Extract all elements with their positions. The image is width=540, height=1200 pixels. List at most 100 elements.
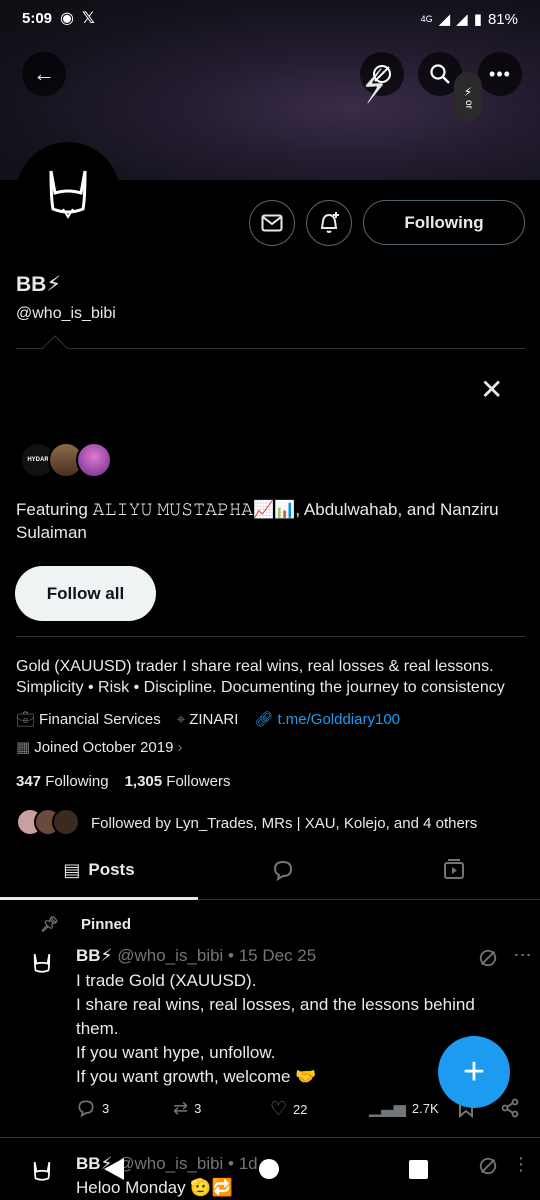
compose-button[interactable]: + bbox=[438, 1036, 510, 1108]
signal-icon: ◢ bbox=[438, 11, 451, 28]
post-line: I share real wins, real losses, and the … bbox=[76, 995, 475, 1038]
like-count: 22 bbox=[293, 1102, 308, 1117]
floating-widget[interactable]: ⚡ or bbox=[454, 72, 482, 122]
following-count-label: Following bbox=[45, 773, 109, 790]
heart-icon: ♡ bbox=[270, 1099, 288, 1120]
views-icon: ▁▃▅ bbox=[369, 1100, 406, 1117]
notifications-button[interactable] bbox=[306, 200, 352, 246]
divider bbox=[0, 1137, 540, 1138]
plus-icon: + bbox=[462, 1050, 486, 1093]
message-button[interactable] bbox=[249, 200, 295, 246]
arrow-left-icon: ← bbox=[33, 61, 55, 86]
battery-level: 81% bbox=[487, 10, 518, 28]
hydar-logo-text: HYDAR bbox=[27, 457, 49, 463]
more-icon: ••• bbox=[489, 63, 511, 84]
share-icon bbox=[501, 1098, 519, 1118]
post-meta: @who_is_bibi • 15 Dec 25 bbox=[117, 946, 317, 965]
featuring-text: Featuring 𝙰𝙻𝙸𝚈𝚄 𝙼𝚄𝚂𝚃𝙰𝙿𝙷𝙰📈📊, Abdulwahab, … bbox=[16, 500, 499, 542]
followers-count-link[interactable]: 1,305 Followers bbox=[125, 773, 231, 790]
post-author[interactable]: BB⚡ bbox=[76, 946, 113, 965]
post-avatar[interactable] bbox=[22, 944, 62, 984]
profile-name: BB⚡ bbox=[16, 273, 62, 296]
briefcase-icon: 💼︎ bbox=[16, 711, 36, 728]
repost-count: 3 bbox=[194, 1101, 202, 1116]
grok-icon bbox=[479, 949, 497, 967]
widget-icon: or bbox=[462, 99, 474, 109]
views-count: 2.7K bbox=[411, 1100, 439, 1116]
status-right: 4G ◢ ◢ ▮ 81% bbox=[420, 10, 518, 29]
followed-by-avatars[interactable] bbox=[16, 808, 86, 838]
location-item: ⌖ ZINARI bbox=[177, 711, 239, 728]
follower-avatar-3 bbox=[52, 808, 80, 836]
profile-link[interactable]: t.me/Golddiary100 bbox=[277, 711, 400, 728]
joined-label: Joined October 2019 bbox=[34, 738, 174, 756]
reply-bubble-icon bbox=[273, 860, 293, 881]
featured-avatar-3 bbox=[76, 442, 112, 478]
post-body[interactable]: Heloo Monday 🫡🔁 bbox=[76, 1178, 233, 1198]
tab-posts[interactable]: ▤ Posts bbox=[0, 840, 198, 900]
post-grok-icon[interactable] bbox=[478, 1156, 498, 1181]
profile-handle: @who_is_bibi bbox=[16, 305, 116, 322]
calendar-icon: ▦ bbox=[16, 739, 31, 756]
link-icon: 🔗︎ bbox=[254, 711, 274, 728]
posts-icon: ▤ bbox=[63, 859, 81, 880]
follow-all-button[interactable]: Follow all bbox=[15, 566, 156, 621]
post-line: I trade Gold (XAUUSD). bbox=[76, 971, 257, 990]
divider bbox=[16, 636, 525, 637]
tab-media[interactable] bbox=[368, 840, 540, 900]
batman-mask-icon bbox=[33, 953, 51, 973]
x-logo-icon: 𝕏 bbox=[81, 10, 95, 27]
post-avatar[interactable] bbox=[22, 1152, 62, 1192]
profile-meta: 💼︎ Financial Services ⌖ ZINARI 🔗︎ t.me/G… bbox=[16, 710, 400, 729]
reply-icon bbox=[78, 1100, 94, 1118]
category-label: Financial Services bbox=[39, 710, 161, 728]
following-button[interactable]: Following bbox=[363, 200, 525, 245]
followers-count-label: Followers bbox=[166, 773, 231, 790]
status-bar: 5:09 ◉ 𝕏 4G ◢ ◢ ▮ 81% bbox=[0, 0, 540, 40]
share-action[interactable] bbox=[500, 1098, 520, 1118]
more-button[interactable]: ••• bbox=[478, 52, 522, 96]
lightning-icon: ⚡ bbox=[463, 84, 473, 99]
repost-action[interactable]: ⇄ 3 bbox=[173, 1098, 201, 1119]
popover-notch bbox=[42, 335, 68, 361]
tab-posts-label: Posts bbox=[88, 860, 135, 879]
back-button[interactable]: ← bbox=[22, 52, 66, 96]
reply-action[interactable]: 3 bbox=[76, 1098, 109, 1118]
mail-icon bbox=[261, 214, 283, 232]
close-icon[interactable]: ✕ bbox=[480, 376, 503, 404]
profile-tabs: ▤ Posts bbox=[0, 840, 540, 900]
batman-mask-icon bbox=[49, 170, 87, 219]
like-action[interactable]: ♡ 22 bbox=[270, 1098, 308, 1121]
nav-home-icon[interactable] bbox=[259, 1159, 279, 1179]
profile-bio: Gold (XAUUSD) trader I share real wins, … bbox=[16, 658, 505, 696]
tab-replies[interactable] bbox=[198, 840, 368, 900]
discord-icon: ◉ bbox=[60, 10, 74, 27]
featured-avatars: HYDAR bbox=[20, 442, 120, 482]
repost-icon: ⇄ bbox=[173, 1098, 189, 1118]
network-icon: 4G bbox=[420, 14, 433, 24]
pinned-indicator: 📌︎ Pinned bbox=[40, 915, 132, 934]
signal-icon-2: ◢ bbox=[456, 11, 468, 28]
follow-counts: 347 Following 1,305 Followers bbox=[16, 773, 230, 790]
divider bbox=[16, 348, 525, 349]
search-icon bbox=[430, 64, 450, 84]
profile-avatar[interactable] bbox=[16, 142, 120, 246]
tab-indicator bbox=[0, 897, 198, 900]
followers-count: 1,305 bbox=[124, 773, 163, 790]
joined-item[interactable]: ▦ Joined October 2019 › bbox=[16, 738, 183, 757]
batman-mask-icon bbox=[33, 1161, 51, 1181]
followed-by-text[interactable]: Followed by Lyn_Trades, MRs | XAU, Kolej… bbox=[91, 815, 477, 832]
post-more-icon[interactable]: ⋮ bbox=[512, 1154, 531, 1175]
link-item[interactable]: 🔗︎ t.me/Golddiary100 bbox=[254, 710, 400, 729]
following-count: 347 bbox=[16, 773, 42, 790]
pinned-label: Pinned bbox=[81, 915, 132, 933]
following-count-link[interactable]: 347 Following bbox=[16, 773, 109, 790]
reply-count: 3 bbox=[102, 1100, 110, 1116]
status-app-icons: ◉ 𝕏 bbox=[60, 8, 95, 28]
nav-back-icon[interactable] bbox=[104, 1158, 124, 1180]
chevron-right-icon: › bbox=[177, 738, 183, 756]
nav-recents-icon[interactable] bbox=[409, 1160, 428, 1179]
post-more-icon[interactable]: ⋮ bbox=[512, 946, 534, 965]
views-action[interactable]: ▁▃▅ 2.7K bbox=[369, 1098, 439, 1118]
location-pin-icon: ⌖ bbox=[176, 710, 186, 728]
